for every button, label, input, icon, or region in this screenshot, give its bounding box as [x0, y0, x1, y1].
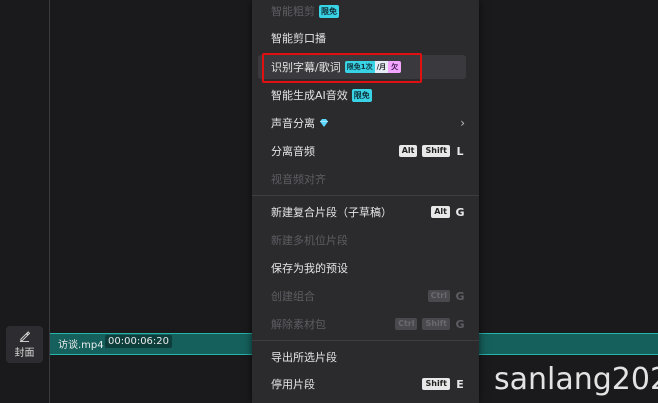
shortcut-alt: Alt [431, 206, 450, 218]
shortcut-ctrl: Ctrl [427, 290, 450, 302]
menu-separator [252, 340, 479, 341]
shortcut-shift: Shift [422, 378, 450, 390]
menu-item-av-align: 视音频对齐 [271, 173, 326, 186]
menu-separator [252, 195, 479, 196]
edit-icon [19, 330, 30, 342]
shortcut-key: L [456, 144, 464, 158]
free-badge: 限免 [351, 88, 372, 102]
shortcut-key: G [455, 317, 465, 331]
cover-button[interactable]: 封面 [6, 326, 43, 363]
shortcut-key: G [455, 205, 465, 219]
menu-item-ungroup-package: 解除素材包 Ctrl Shift G [271, 317, 465, 332]
clip-duration: 00:00:06:20 [105, 335, 173, 348]
watermark: sanlang2021 [494, 362, 658, 397]
free-badge: 限免 [319, 4, 339, 18]
diamond-icon [320, 119, 328, 127]
chevron-right-icon: › [460, 116, 465, 130]
menu-item-new-compound-clip[interactable]: 新建复合片段（子草稿） Alt G [252, 200, 479, 224]
menu-item-export-selected[interactable]: 导出所选片段 [252, 345, 479, 369]
shortcut-alt: Alt [398, 145, 418, 157]
shortcut-ctrl: Ctrl [395, 318, 418, 330]
menu-item-disable-clip[interactable]: 停用片段 Shift E [252, 372, 479, 396]
shortcut-key: E [456, 377, 464, 391]
menu-item-save-preset[interactable]: 保存为我的预设 [252, 256, 479, 280]
annotation-highlight-box [262, 53, 422, 83]
clip-name: 访谈.mp4 [58, 340, 104, 351]
menu-item-new-multicam-clip: 新建多机位片段 [271, 234, 348, 247]
menu-item-smart-rough-cut: 智能粗剪 限免 [271, 4, 339, 18]
menu-item-smart-talk-cut[interactable]: 智能剪口播 [252, 26, 479, 50]
cover-label: 封面 [14, 347, 35, 359]
shortcut-shift: Shift [422, 145, 450, 157]
shortcut-shift: Shift [422, 318, 450, 330]
menu-item-separate-audio[interactable]: 分离音频 Alt Shift L [252, 139, 479, 163]
menu-item-ai-sound-effect[interactable]: 智能生成AI音效 限免 [252, 83, 479, 107]
menu-item-create-group: 创建组合 Ctrl G [271, 289, 465, 304]
shortcut-key: G [455, 289, 465, 303]
menu-item-voice-separation[interactable]: 声音分离 › [252, 111, 479, 135]
